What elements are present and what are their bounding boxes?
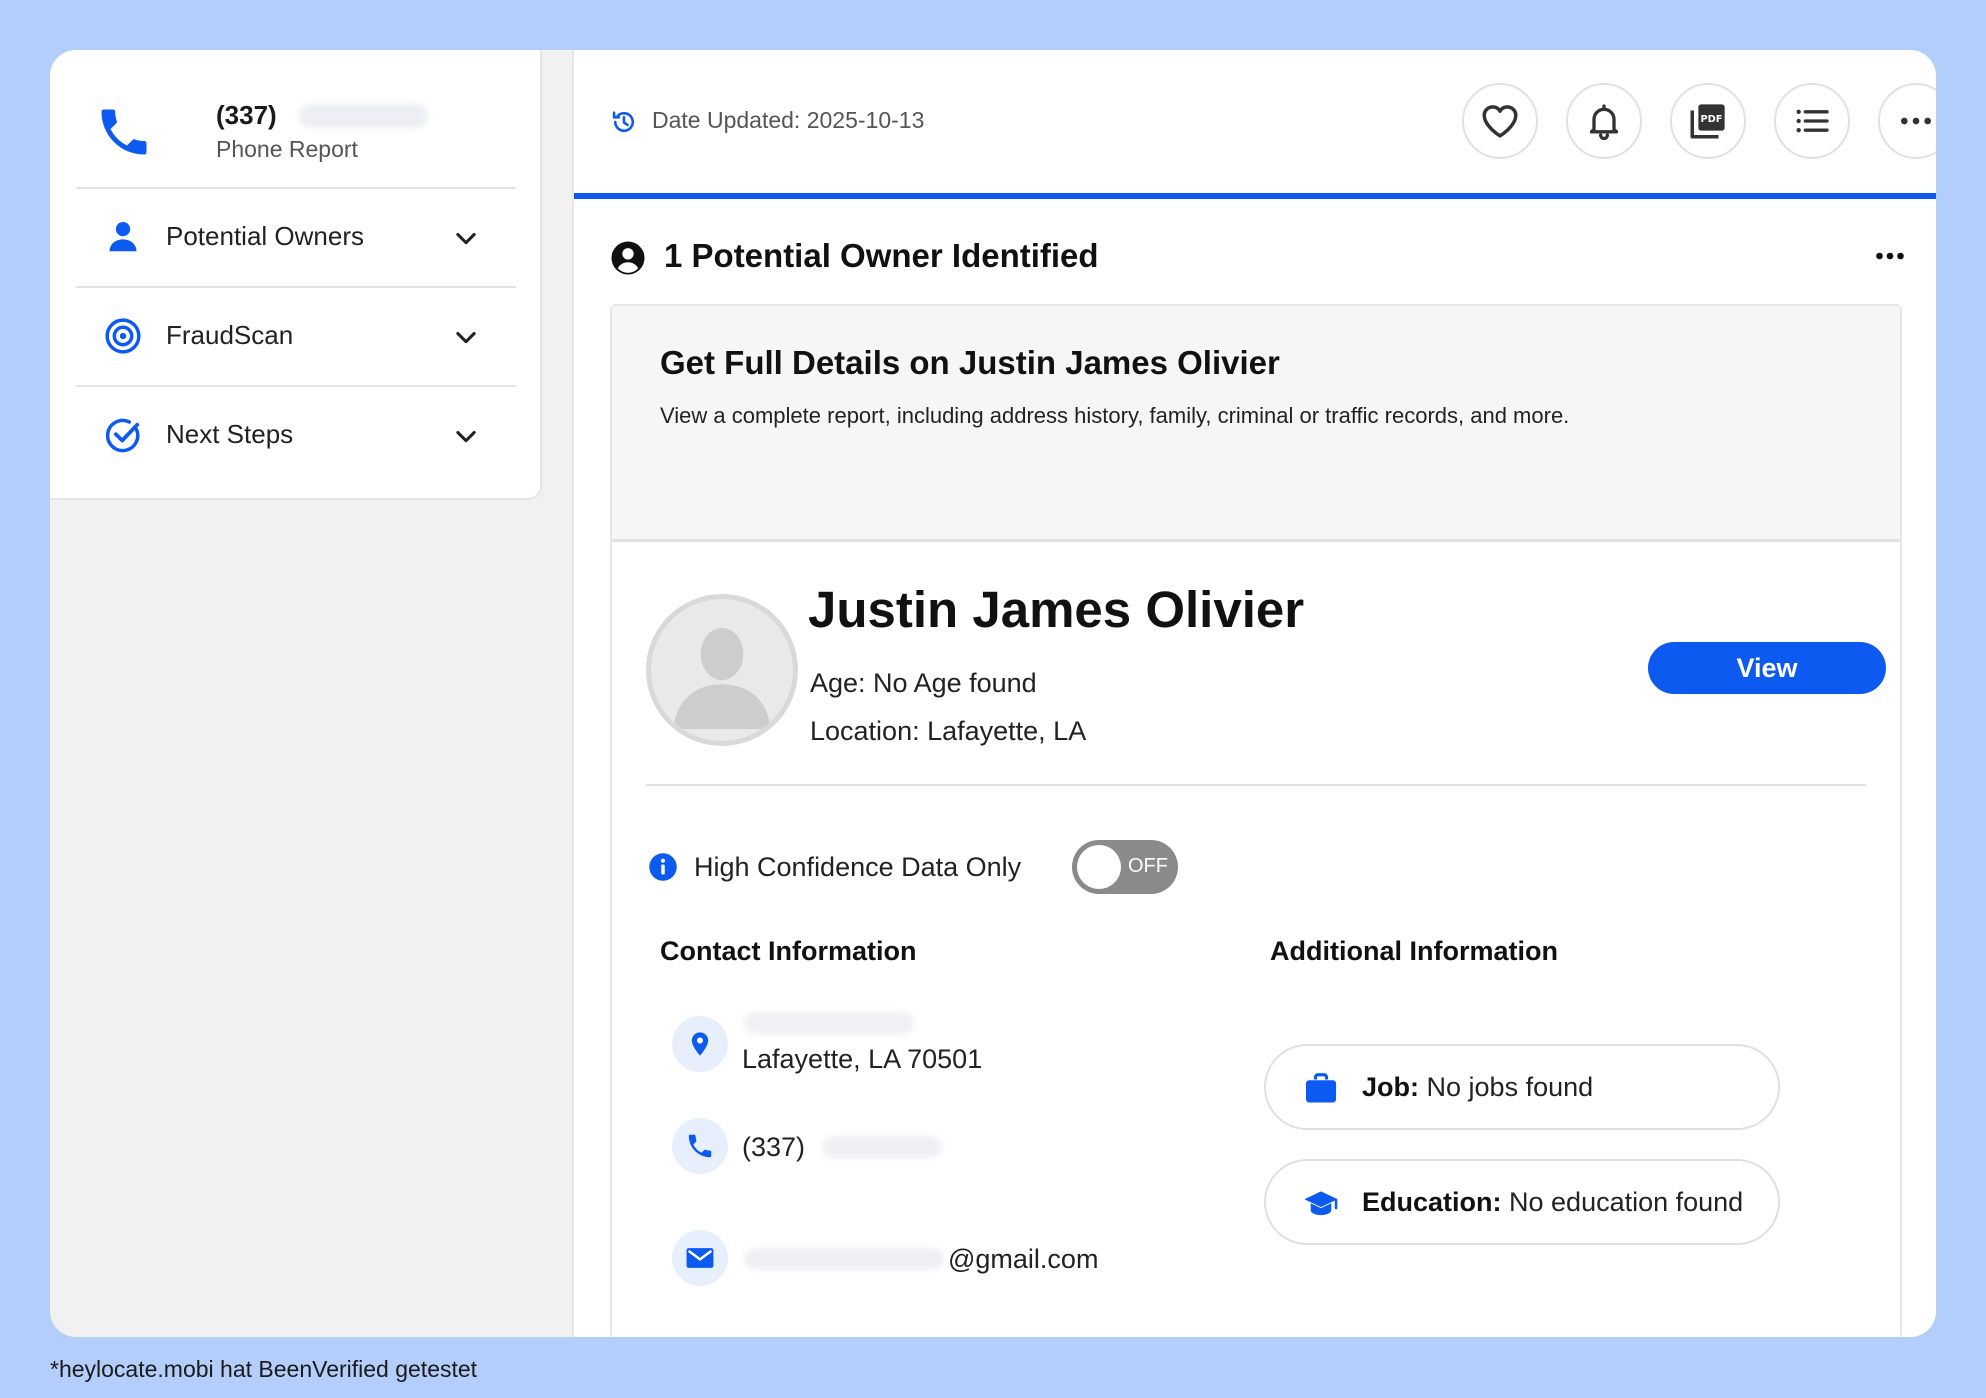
check-circle-icon: [105, 418, 140, 453]
redacted-phone: [822, 1136, 942, 1158]
job-value: No jobs found: [1426, 1072, 1594, 1102]
sidebar-item-label: Potential Owners: [166, 221, 364, 251]
contact-info-heading: Contact Information: [660, 936, 917, 966]
owner-card: Get Full Details on Justin James Olivier…: [610, 304, 1902, 1337]
report-type-label: Phone Report: [216, 136, 358, 162]
job-text: Job: No jobs found: [1362, 1072, 1593, 1103]
section-header: 1 Potential Owner Identified: [610, 234, 1910, 284]
toggle-state: OFF: [1128, 855, 1168, 877]
history-icon: [612, 111, 634, 133]
accent-line: [574, 193, 1936, 199]
main-panel: Date Updated: 2025-10-13 PDF 1 Potential…: [572, 50, 1936, 1337]
job-label: Job:: [1362, 1072, 1419, 1102]
location-pin-icon: [691, 1032, 709, 1056]
avatar-placeholder-icon: [673, 627, 771, 730]
avatar: [646, 594, 798, 746]
pdf-download-button[interactable]: PDF: [1670, 83, 1746, 159]
high-confidence-row: High Confidence Data Only OFF: [648, 840, 1248, 896]
chevron-down-icon: [456, 430, 476, 443]
briefcase-icon: [1305, 1073, 1337, 1103]
education-text: Education: No education found: [1362, 1187, 1743, 1218]
person-age: Age: No Age found: [810, 668, 1037, 698]
svg-text:PDF: PDF: [1700, 114, 1722, 125]
promo-description: View a complete report, including addres…: [660, 403, 1570, 428]
person-location: Location: Lafayette, LA: [810, 716, 1087, 746]
address-icon-wrap: [672, 1016, 728, 1072]
report-header: (337) Phone Report: [94, 92, 514, 172]
sidebar-item-next-steps[interactable]: Next Steps: [76, 386, 516, 482]
education-pill: Education: No education found: [1264, 1159, 1780, 1245]
target-icon: [105, 318, 141, 354]
more-icon: [1901, 117, 1931, 125]
more-options-button[interactable]: [1878, 83, 1936, 159]
pdf-icon: PDF: [1690, 104, 1725, 139]
divider: [646, 784, 1866, 786]
report-phone-number: (337): [216, 100, 277, 130]
notifications-button[interactable]: [1566, 83, 1642, 159]
contact-phone: (337): [742, 1132, 806, 1162]
toggle-knob: [1077, 845, 1121, 889]
high-confidence-label: High Confidence Data Only: [694, 852, 1022, 882]
app-window: (337) Phone Report Potential Owners Frau…: [50, 50, 1936, 1337]
sidebar-item-fraudscan[interactable]: FraudScan: [76, 287, 516, 383]
list-button[interactable]: [1774, 83, 1850, 159]
list-icon: [1796, 109, 1829, 133]
address-city: Lafayette, LA 70501: [742, 1044, 983, 1074]
favorite-button[interactable]: [1462, 83, 1538, 159]
user-circle-icon: [611, 241, 645, 275]
chevron-down-icon: [456, 331, 476, 344]
additional-info-heading: Additional Information: [1270, 936, 1558, 966]
sidebar-item-potential-owners[interactable]: Potential Owners: [76, 188, 516, 284]
email-icon-wrap: [672, 1230, 728, 1286]
mail-icon: [686, 1248, 714, 1268]
sidebar-item-label: Next Steps: [166, 419, 294, 449]
phone-icon-wrap: [672, 1118, 728, 1174]
job-pill: Job: No jobs found: [1264, 1044, 1780, 1130]
graduation-cap-icon: [1304, 1191, 1338, 1216]
person-icon: [109, 221, 137, 252]
redacted-street: [744, 1012, 914, 1034]
section-title: 1 Potential Owner Identified: [664, 237, 1099, 274]
promo-title: Get Full Details on Justin James Olivier: [660, 344, 1280, 381]
heart-icon: [1482, 105, 1518, 138]
sidebar-item-label: FraudScan: [166, 320, 294, 350]
footnote: *heylocate.mobi hat BeenVerified geteste…: [50, 1356, 478, 1382]
education-value: No education found: [1509, 1187, 1744, 1217]
person-name: Justin James Olivier: [808, 581, 1305, 638]
phone-icon: [101, 109, 147, 155]
info-icon[interactable]: [648, 852, 678, 882]
contact-email-domain: @gmail.com: [948, 1244, 1099, 1274]
section-more-icon[interactable]: [1870, 238, 1910, 274]
phone-icon: [688, 1134, 712, 1158]
redacted-digits: [298, 104, 428, 128]
view-button[interactable]: View: [1648, 642, 1886, 694]
promo-banner: Get Full Details on Justin James Olivier…: [612, 306, 1900, 542]
high-confidence-toggle[interactable]: OFF: [1072, 840, 1178, 894]
sidebar: (337) Phone Report Potential Owners Frau…: [50, 50, 542, 500]
redacted-email-user: [744, 1248, 944, 1270]
education-label: Education:: [1362, 1187, 1502, 1217]
top-bar: Date Updated: 2025-10-13 PDF: [574, 50, 1936, 199]
date-updated: Date Updated: 2025-10-13: [652, 107, 925, 133]
chevron-down-icon: [456, 232, 476, 245]
bell-icon: [1589, 104, 1619, 141]
